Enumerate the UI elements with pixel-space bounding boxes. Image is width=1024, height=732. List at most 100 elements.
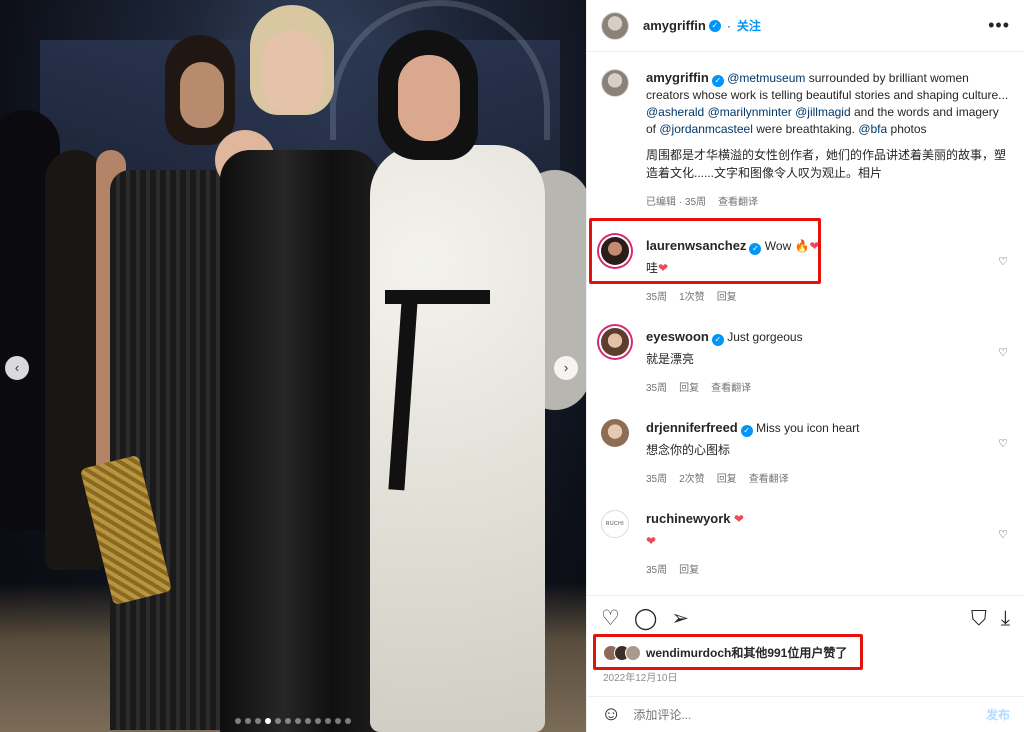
post-sidebar: amygriffin ✓ · 关注 ••• amygriffin ✓ @metmu… (586, 0, 1024, 732)
see-translation-link[interactable]: 查看翻译 (749, 471, 789, 488)
chevron-left-icon: ‹ (14, 360, 20, 375)
comment-text: Miss you icon heart (756, 421, 860, 435)
photo-figure-right-face (398, 55, 460, 141)
caption-translation: 周围都是才华横溢的女性创作者，她们的作品讲述着美丽的故事，塑造着文化......… (646, 148, 1007, 180)
carousel-dot (265, 718, 271, 724)
verified-badge-icon: ✓ (711, 334, 724, 346)
like-comment-heart-icon[interactable]: ♡ (998, 346, 1008, 359)
carousel-prev-button[interactable]: ‹ (5, 356, 29, 380)
post-comment-button[interactable]: 发布 (986, 706, 1010, 723)
liker-avatar (625, 644, 641, 661)
author-username[interactable]: amygriffin (643, 18, 706, 33)
comment-translation: 哇 (646, 261, 659, 275)
heart-icon: ❤ (646, 534, 657, 548)
reply-button[interactable]: 回复 (717, 289, 737, 306)
comment-likes[interactable]: 1次赞 (679, 289, 705, 306)
commenter-avatar[interactable]: RUCHI (601, 510, 629, 538)
mention-link[interactable]: @asherald (646, 105, 704, 119)
comment-username[interactable]: drjenniferfreed (646, 420, 738, 435)
carousel-indicator (0, 718, 586, 724)
caption-text: photos (887, 122, 927, 136)
carousel-dot (275, 718, 281, 724)
comment-username[interactable]: eyeswoon (646, 329, 709, 344)
commenter-avatar[interactable] (601, 419, 629, 447)
mention-link[interactable]: @jillmagid (795, 105, 851, 119)
reply-button[interactable]: 回复 (679, 562, 699, 579)
post-header: amygriffin ✓ · 关注 ••• (587, 0, 1024, 52)
comment-likes[interactable]: 2次赞 (679, 471, 705, 488)
comment-text: Wow (764, 239, 795, 253)
photo-figure-left-face (180, 62, 224, 128)
download-icon[interactable]: ⤓ (1001, 608, 1010, 629)
heart-icon: ❤ (809, 239, 820, 253)
post-actions: ♡ ◯ ➢ ⛉ ⤓ (587, 595, 1024, 640)
carousel-dot (285, 718, 291, 724)
follow-button[interactable]: 关注 (737, 17, 761, 34)
verified-badge-icon: ✓ (708, 19, 721, 32)
caption-username[interactable]: amygriffin (646, 70, 709, 85)
like-comment-heart-icon[interactable]: ♡ (998, 528, 1008, 541)
author-avatar[interactable] (601, 69, 629, 97)
see-translation-link[interactable]: 查看翻译 (711, 380, 751, 397)
verified-badge-icon: ✓ (740, 425, 753, 437)
likes-text[interactable]: wendimurdoch和其他991位用户赞了 (646, 644, 847, 661)
carousel-dot (235, 718, 241, 724)
carousel-dot (245, 718, 251, 724)
caption-text: were breathtaking. (752, 122, 859, 136)
comment-item: laurenwsanchez ✓ Wow 🔥❤ 哇❤ 35周 1次赞 回复 ♡ (601, 237, 1010, 306)
comment-item: eyeswoon ✓ Just gorgeous 就是漂亮 35周 回复 查看翻译… (601, 328, 1010, 397)
comment-input[interactable] (633, 707, 986, 722)
bookmark-icon[interactable]: ⛉ (971, 608, 987, 629)
post-photo[interactable]: ‹ › (0, 0, 586, 732)
post-date: 2022年12月10日 (603, 673, 678, 684)
comment-translation: 就是漂亮 (646, 352, 695, 366)
reply-button[interactable]: 回复 (679, 380, 699, 397)
mention-link[interactable]: @metmuseum (727, 71, 805, 85)
comment-composer: ☺ 发布 (587, 696, 1024, 732)
reply-button[interactable]: 回复 (717, 471, 737, 488)
photo-figure-center-face (262, 30, 324, 114)
commenter-avatar[interactable] (601, 237, 629, 265)
carousel-dot (255, 718, 261, 724)
carousel-dot (315, 718, 321, 724)
carousel-next-button[interactable]: › (554, 356, 578, 380)
mention-link[interactable]: @bfa (858, 122, 887, 136)
chevron-right-icon: › (563, 360, 569, 375)
see-translation-link[interactable]: 查看翻译 (718, 194, 758, 211)
separator-dot: · (726, 18, 731, 33)
comments-list[interactable]: amygriffin ✓ @metmuseum surrounded by bri… (587, 53, 1024, 595)
carousel-dot (295, 718, 301, 724)
comment-time: 35周 (646, 474, 668, 485)
comment-text: Just gorgeous (727, 330, 803, 344)
comment-time: 35周 (646, 565, 668, 576)
more-horizontal-icon[interactable]: ••• (988, 15, 1010, 36)
caption-meta: 已编辑 · 35周 查看翻译 (646, 194, 1010, 211)
comment-item: RUCHI ruchinewyork ❤ ❤ 35周 回复 ♡ (601, 510, 1010, 579)
comment-username[interactable]: ruchinewyork (646, 511, 731, 526)
mention-link[interactable]: @marilynminter (708, 105, 792, 119)
like-comment-heart-icon[interactable]: ♡ (998, 437, 1008, 450)
fire-icon: 🔥 (794, 239, 810, 253)
like-heart-icon[interactable]: ♡ (601, 608, 620, 629)
comment-item: drjenniferfreed ✓ Miss you icon heart 想念你… (601, 419, 1010, 488)
author-avatar[interactable] (601, 11, 629, 40)
comment-translation: 想念你的心图标 (646, 443, 731, 457)
heart-icon: ❤ (658, 261, 669, 275)
carousel-dot (335, 718, 341, 724)
likes-summary[interactable]: wendimurdoch和其他991位用户赞了 (603, 644, 1008, 661)
comment-username[interactable]: laurenwsanchez (646, 238, 746, 253)
photo-figure-center-dress (220, 150, 380, 732)
comment-time: 35周 (646, 383, 668, 394)
comment-bubble-icon[interactable]: ◯ (634, 608, 658, 629)
carousel-dot (345, 718, 351, 724)
like-comment-heart-icon[interactable]: ♡ (998, 255, 1008, 268)
emoji-icon[interactable]: ☺ (601, 703, 621, 726)
commenter-avatar[interactable] (601, 328, 629, 356)
mention-link[interactable]: @jordanmcasteel (659, 122, 753, 136)
post-caption: amygriffin ✓ @metmuseum surrounded by bri… (601, 53, 1010, 211)
comment-time: 35周 (646, 292, 668, 303)
verified-badge-icon: ✓ (749, 243, 762, 255)
share-send-icon[interactable]: ➢ (671, 608, 689, 629)
caption-edited-time: 已编辑 · 35周 (646, 197, 707, 208)
heart-icon: ❤ (733, 512, 744, 526)
